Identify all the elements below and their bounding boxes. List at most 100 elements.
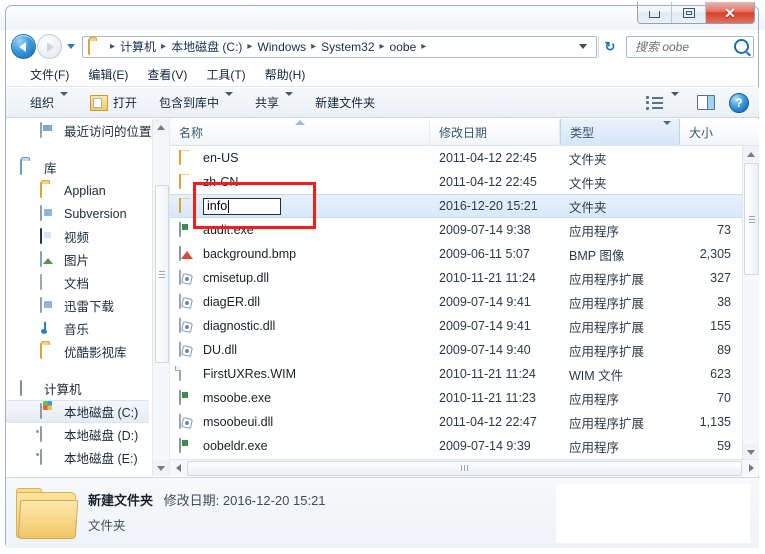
scroll-right-button[interactable] [743,460,759,476]
sidebar-item-xunlei[interactable]: 迅雷下载 [6,294,169,317]
maximize-icon [682,7,695,18]
sidebar-scroll-up-button[interactable] [153,119,169,135]
share-button[interactable]: 共享 [255,91,294,111]
sidebar-item-pictures[interactable]: 图片 [6,248,169,271]
scroll-left-button[interactable] [170,460,186,476]
file-name-cell: background.bmp [170,246,430,262]
table-row[interactable]: msoobeui.dll 2011-04-12 22:47 应用程序扩展 1,1… [170,410,743,434]
organize-label: 组织 [30,96,55,110]
sidebar-item-applian[interactable]: Applian [6,179,169,202]
table-row[interactable]: en-US 2011-04-12 22:45 文件夹 [170,146,743,170]
view-dropdown-button[interactable] [671,91,679,110]
sidebar-item-subversion[interactable]: Subversion [6,202,169,225]
forward-button[interactable] [37,34,62,59]
sidebar-scrollbar[interactable] [152,119,169,476]
menu-help[interactable]: 帮助(H) [265,64,317,85]
table-row[interactable]: cmisetup.dll 2010-11-21 11:24 应用程序扩展 327 [170,266,743,290]
table-row[interactable]: FirstUXRes.WIM 2010-11-21 11:24 WIM 文件 6… [170,362,743,386]
table-row[interactable]: zh-CN 2011-04-12 22:45 文件夹 [170,170,743,194]
table-row[interactable]: oobeldr.exe 2009-07-14 9:39 应用程序 59 [170,434,743,458]
menu-tools[interactable]: 工具(T) [206,64,256,85]
organize-button[interactable]: 组织 [30,91,69,111]
sidebar-scroll-thumb[interactable] [155,185,169,363]
table-row-editing[interactable]: info 2016-12-20 15:21 文件夹 [170,194,743,218]
rename-input[interactable]: info [203,197,281,215]
column-header-size[interactable]: 大小 [680,119,759,145]
breadcrumb-windows[interactable]: Windows [256,40,307,54]
file-name-cell: cmisetup.dll [170,270,430,286]
refresh-button[interactable]: ↻ [598,35,621,58]
column-header-label: 名称 [179,125,204,140]
breadcrumb-separator: ▸ [161,41,167,52]
maximize-button[interactable] [671,2,705,23]
sidebar-item-drive-c[interactable]: 本地磁盘 (C:) [6,400,149,423]
sidebar-item-libraries[interactable]: 库 [6,156,169,179]
sidebar-item-documents[interactable]: 文档 [6,271,169,294]
close-button[interactable]: ✕ [705,2,754,23]
chevron-down-icon [285,91,294,110]
file-name-cell: zh-CN [170,174,430,190]
sidebar-item-label: 本地磁盘 (C:) [64,406,139,420]
text-cursor-icon [228,199,230,213]
scroll-down-button[interactable] [743,444,759,460]
sidebar-item-youku[interactable]: 优酷影视库 [6,340,169,363]
search-box[interactable]: 搜索 oobe [626,35,754,58]
file-type: BMP 图像 [569,248,625,263]
hdd-icon [40,448,58,466]
help-icon[interactable]: ? [729,92,749,113]
file-date: 2009-06-11 5:07 [439,247,530,261]
file-name-cell: msoobe.exe [170,390,430,406]
preview-pane-button[interactable] [697,95,715,110]
column-header-name[interactable]: 名称 [170,119,430,145]
back-button[interactable] [11,34,36,59]
details-line-primary: 新建文件夹 修改日期: 2016-12-20 15:21 [88,490,326,509]
horizontal-scroll-thumb[interactable] [187,460,742,476]
table-row[interactable]: diagER.dll 2009-07-14 9:41 应用程序扩展 38 [170,290,743,314]
sidebar-item-videos[interactable]: 视频 [6,225,169,248]
sidebar-scroll-down-button[interactable] [153,460,169,476]
include-in-library-button[interactable]: 包含到库中 [159,91,234,111]
sidebar-item-drive-e[interactable]: 本地磁盘 (E:) [6,446,169,469]
sidebar-item-computer[interactable]: 计算机 [6,377,169,400]
minimize-icon [649,11,660,18]
table-row[interactable]: audit.exe 2009-07-14 9:38 应用程序 73 [170,218,743,242]
sidebar-item-drive-d[interactable]: 本地磁盘 (D:) [6,423,169,446]
scroll-up-button[interactable] [743,146,759,162]
breadcrumb-oobe[interactable]: oobe [389,40,418,54]
menu-edit[interactable]: 编辑(E) [88,64,139,85]
breadcrumb-computer[interactable]: 计算机 [119,38,157,55]
menu-file[interactable]: 文件(F) [30,64,80,85]
change-view-button[interactable] [646,95,663,110]
new-folder-button[interactable]: 新建文件夹 [315,94,375,111]
refresh-icon: ↻ [604,38,616,54]
menu-view[interactable]: 查看(V) [147,64,198,85]
column-header-date[interactable]: 修改日期 [430,119,560,145]
file-list-vertical-scrollbar[interactable] [742,146,759,460]
search-input[interactable]: 搜索 oobe [635,38,734,55]
chevron-down-icon[interactable] [663,121,671,139]
file-size: 73 [717,223,731,237]
file-size: 2,305 [699,247,731,261]
breadcrumb-drive-c[interactable]: 本地磁盘 (C:) [170,38,243,55]
sidebar-item-recent[interactable]: 最近访问的位置 [6,119,169,142]
open-button[interactable]: 打开 [90,94,137,111]
sidebar-item-music[interactable]: 音乐 [6,317,169,340]
address-bar[interactable]: ▸ 计算机 ▸ 本地磁盘 (C:) ▸ Windows ▸ System32 ▸… [82,35,597,58]
table-row[interactable]: msoobe.exe 2010-11-21 11:23 应用程序 70 [170,386,743,410]
recent-locations-button[interactable] [64,44,78,49]
file-list-horizontal-scrollbar[interactable] [170,459,759,476]
file-name-cell: info [170,197,430,215]
file-name: en-US [203,151,239,165]
minimize-button[interactable] [638,2,671,23]
table-row[interactable]: DU.dll 2009-07-14 9:40 应用程序扩展 89 [170,338,743,362]
computer-icon [20,379,38,397]
table-row[interactable]: diagnostic.dll 2009-07-14 9:41 应用程序扩展 15… [170,314,743,338]
address-dropdown-button[interactable] [574,44,594,49]
table-row[interactable]: background.bmp 2009-06-11 5:07 BMP 图像 2,… [170,242,743,266]
breadcrumb-system32[interactable]: System32 [320,40,375,54]
address-folder-icon [88,38,104,55]
hdd-icon [40,425,58,443]
column-header-type[interactable]: 类型 [560,119,680,145]
scroll-thumb[interactable] [744,163,759,275]
